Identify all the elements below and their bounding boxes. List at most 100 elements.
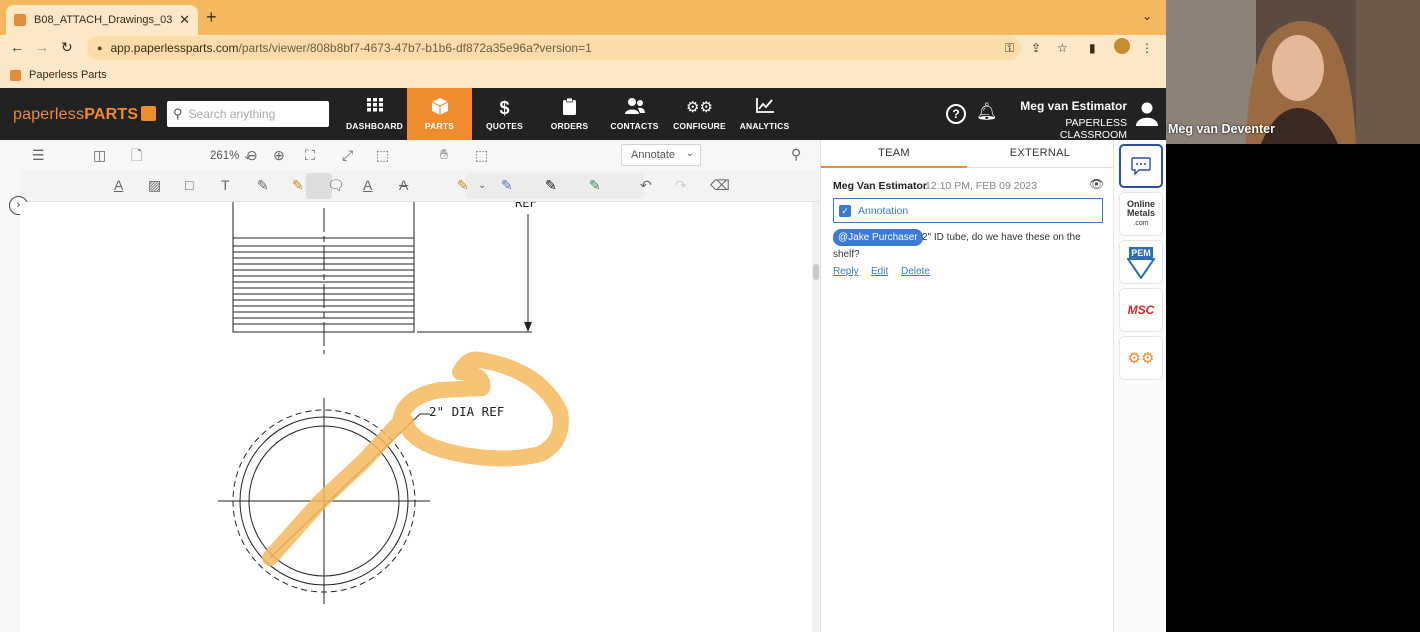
nav-label: CONTACTS xyxy=(610,120,659,131)
pen-tool-icon[interactable]: ✎ xyxy=(257,177,269,193)
text-tool-icon[interactable]: T xyxy=(221,177,230,193)
search-input[interactable] xyxy=(188,107,319,121)
edit-link[interactable]: Edit xyxy=(871,266,888,277)
forward-arrow-icon[interactable]: → xyxy=(35,39,49,55)
star-icon[interactable]: ☆ xyxy=(1057,41,1068,55)
highlighter-annotation[interactable] xyxy=(262,351,569,566)
bookmark-paperless-parts[interactable]: Paperless Parts xyxy=(29,69,107,81)
bookmark-favicon-icon xyxy=(10,69,21,81)
delete-link[interactable]: Delete xyxy=(901,266,930,277)
comments-button[interactable] xyxy=(1119,144,1163,188)
nav-dashboard[interactable]: DASHBOARD xyxy=(342,88,407,140)
grid-icon xyxy=(366,97,383,118)
close-icon[interactable]: ✕ xyxy=(179,12,190,28)
search-icon[interactable]: ⚲ xyxy=(791,146,801,162)
key-icon[interactable]: ⚿ xyxy=(1005,41,1014,56)
underline-text-icon[interactable]: A xyxy=(114,177,123,193)
drawing-page: REF 2" DIA REF xyxy=(20,202,812,632)
help-icon[interactable]: ? xyxy=(946,104,966,124)
annotation-toolbar: A ▨ □ T ✎ ✎ 🗨︎ A A ✎ ⌄ ✎ ✎ ✎ ↶ ↷ ⌫ xyxy=(20,170,820,202)
panel-toggle-icon[interactable]: ◫ xyxy=(93,147,106,163)
user-name[interactable]: Meg van Estimator xyxy=(1003,99,1127,113)
kebab-menu-icon[interactable]: ⋮ xyxy=(1141,41,1153,55)
bookmarks-bar: Paperless Parts xyxy=(0,62,1166,88)
pen-black-icon[interactable]: ✎ xyxy=(545,177,557,193)
undo-icon[interactable]: ↶ xyxy=(640,177,652,193)
tab-external[interactable]: EXTERNAL xyxy=(967,140,1113,168)
document-icon[interactable]: 🗋︎ xyxy=(131,147,142,163)
bell-icon[interactable]: 🔔︎ xyxy=(976,102,998,122)
msc-logo: MSC xyxy=(1127,303,1155,317)
highlighter-tool-icon[interactable]: ✎ xyxy=(292,177,304,193)
new-tab-button[interactable]: + xyxy=(206,7,217,28)
drawing-svg: REF 2" DIA REF xyxy=(218,202,569,604)
configure-integration-button[interactable]: ⚙⚙ xyxy=(1119,336,1163,380)
comment-body: 2" ID tube, do we have these on the xyxy=(922,232,1081,243)
text-highlight-icon[interactable]: A xyxy=(363,177,372,193)
msc-button[interactable]: MSC xyxy=(1119,288,1163,332)
share-icon[interactable]: ⇪ xyxy=(1031,41,1041,55)
reload-icon[interactable]: ↻ xyxy=(61,39,73,56)
strikethrough-icon[interactable]: A xyxy=(399,177,408,193)
zoom-out-icon[interactable]: ⊖ xyxy=(246,147,258,163)
mention-tag[interactable]: @Jake Purchaser xyxy=(833,229,923,246)
rectangle-tool-icon[interactable]: □ xyxy=(185,177,193,193)
cube-logo-icon xyxy=(141,106,157,121)
nav-parts[interactable]: PARTS xyxy=(407,88,472,140)
pem-logo: PEM xyxy=(1127,247,1155,279)
url-field[interactable]: ● app.paperlessparts.com/parts/viewer/80… xyxy=(87,36,1021,60)
comments-panel: TEAM EXTERNAL Meg Van Estimator 12:10 PM… xyxy=(820,140,1114,632)
nav-quotes[interactable]: $ QUOTES xyxy=(472,88,537,140)
zoom-in-icon[interactable]: ⊕ xyxy=(273,147,285,163)
online-metals-button[interactable]: Online Metals .com xyxy=(1119,192,1163,236)
pan-hand-icon[interactable]: ✋︎ xyxy=(440,146,448,162)
nav-configure[interactable]: ⚙⚙ CONFIGURE xyxy=(667,88,732,140)
image-tool-icon[interactable]: ▨ xyxy=(148,177,161,193)
pen-yellow-icon[interactable]: ✎ xyxy=(457,177,469,193)
annotation-link[interactable]: ✓ Annotation xyxy=(833,198,1103,223)
redo-icon[interactable]: ↷ xyxy=(675,177,687,193)
pen-blue-icon[interactable]: ✎ xyxy=(501,177,513,193)
tab-title: B08_ATTACH_Drawings_0357 xyxy=(34,14,174,26)
vertical-scrollbar[interactable] xyxy=(812,202,820,632)
nav-label: PARTS xyxy=(424,120,455,131)
pem-button[interactable]: PEM xyxy=(1119,240,1163,284)
comment-body-cont: shelf? xyxy=(833,249,860,260)
reply-link[interactable]: Reply xyxy=(833,266,859,277)
nav-label: CONFIGURE xyxy=(673,120,726,131)
user-avatar-icon[interactable] xyxy=(1136,102,1158,126)
fullscreen-icon[interactable]: ⤢ xyxy=(342,147,353,163)
select-region-icon[interactable]: ⬚ xyxy=(475,147,488,163)
mode-select[interactable]: Annotate ⌄ xyxy=(621,144,701,166)
nav-orders[interactable]: ORDERS xyxy=(537,88,602,140)
chevron-down-icon[interactable]: ⌄ xyxy=(478,178,486,194)
chevron-down-icon[interactable]: ⌄ xyxy=(1142,9,1152,23)
app-logo[interactable]: paperlessPARTS xyxy=(13,106,157,124)
scroll-thumb[interactable] xyxy=(813,264,819,280)
eye-icon[interactable]: 👁︎ xyxy=(1089,177,1104,191)
marquee-zoom-icon[interactable]: ⬚ xyxy=(376,147,389,163)
sidebar-icon[interactable]: ▮ xyxy=(1089,41,1096,55)
comment-timestamp: 12:10 PM, FEB 09 2023 xyxy=(925,180,1038,192)
hamburger-menu-icon[interactable]: ☰ xyxy=(32,147,45,163)
people-icon xyxy=(624,97,645,118)
cube-icon xyxy=(431,97,448,118)
gears-icon: ⚙⚙ xyxy=(1127,350,1155,367)
fit-page-icon[interactable]: ⛶ xyxy=(305,147,315,163)
chart-icon xyxy=(755,97,774,118)
search-icon: ⚲ xyxy=(173,106,183,121)
drawing-dia-label: 2" DIA REF xyxy=(429,404,504,419)
comment-tabs: TEAM EXTERNAL xyxy=(821,140,1114,168)
checkbox-icon[interactable]: ✓ xyxy=(839,204,851,217)
back-arrow-icon[interactable]: ← xyxy=(10,39,24,55)
favicon-icon xyxy=(14,14,26,26)
browser-tab[interactable]: B08_ATTACH_Drawings_0357 ✕ xyxy=(6,5,198,35)
pen-green-icon[interactable]: ✎ xyxy=(589,177,601,193)
nav-analytics[interactable]: ANALYTICS xyxy=(732,88,797,140)
nav-contacts[interactable]: CONTACTS xyxy=(602,88,667,140)
comment-tool-icon[interactable]: 🗨︎ xyxy=(327,177,345,193)
viewer-toolbar-top: ☰ ◫ 🗋︎ 261% ⌄ ⊖ ⊕ ⛶ ⤢ ⬚ ✋︎ ⬚ Annotate ⌄ ⚲ xyxy=(20,140,820,170)
tab-team[interactable]: TEAM xyxy=(821,140,967,168)
profile-avatar[interactable] xyxy=(1114,38,1130,54)
eraser-icon[interactable]: ⌫ xyxy=(710,177,730,193)
